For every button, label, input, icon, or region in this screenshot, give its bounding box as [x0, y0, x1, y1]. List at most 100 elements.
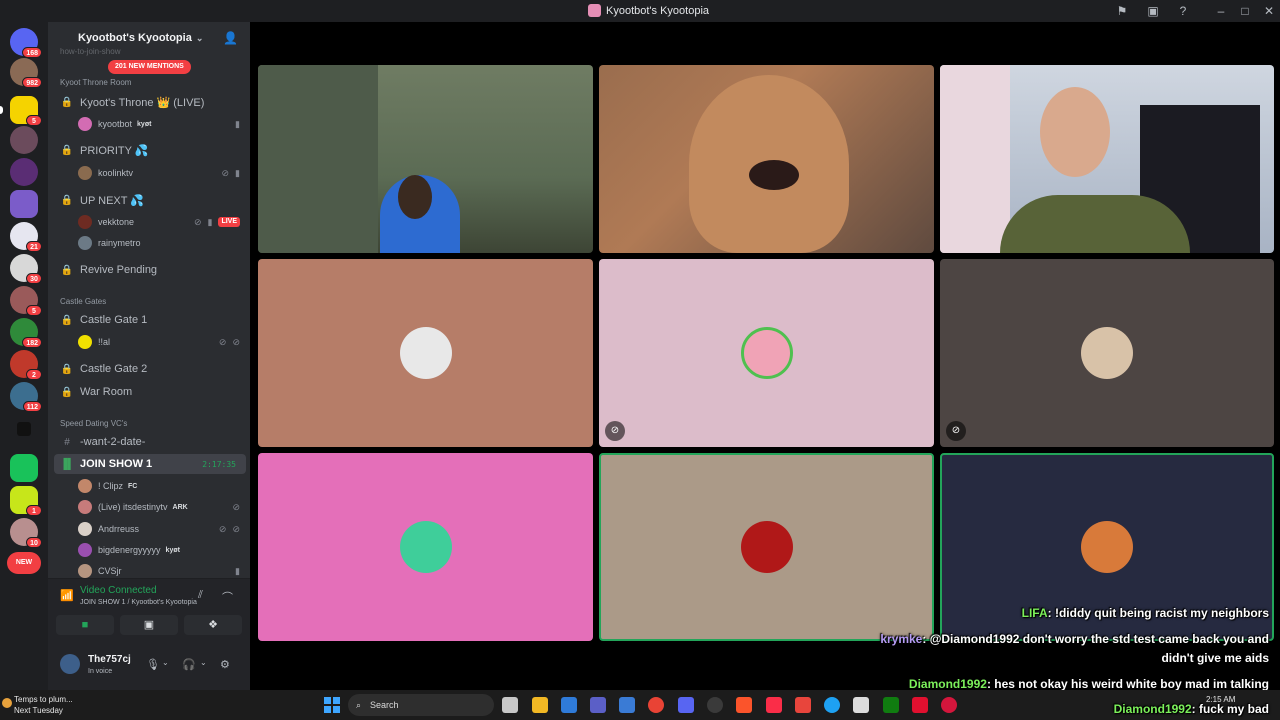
- server-icon[interactable]: 5: [10, 286, 42, 316]
- category-castle-gates[interactable]: Castle Gates: [48, 291, 250, 311]
- video-tile[interactable]: [940, 65, 1274, 253]
- chevron-down-icon[interactable]: ⌄: [162, 658, 169, 667]
- server-icon[interactable]: [17, 422, 31, 436]
- participant-tile[interactable]: [599, 453, 934, 641]
- participant-body: [1000, 195, 1190, 253]
- screen-share-button[interactable]: ▣: [120, 615, 178, 635]
- server-icon[interactable]: 2: [10, 350, 42, 380]
- video-tile[interactable]: [258, 65, 593, 253]
- app-icon[interactable]: [795, 697, 811, 713]
- teams-icon[interactable]: [590, 697, 606, 713]
- chrome-icon[interactable]: [648, 697, 664, 713]
- gear-icon[interactable]: ⚙: [220, 658, 230, 671]
- unread-badge: 1: [26, 505, 42, 516]
- task-view-icon[interactable]: [502, 697, 518, 713]
- voice-user-vekktone[interactable]: vekktone ⊘ ▮ LIVE: [48, 212, 250, 232]
- chevron-down-icon[interactable]: ⌄: [200, 658, 207, 667]
- minimize-button[interactable]: –: [1212, 2, 1230, 20]
- invite-people-icon[interactable]: 👤: [223, 31, 238, 45]
- github-icon[interactable]: [707, 697, 723, 713]
- taskbar-search[interactable]: ⌕ Search: [348, 694, 494, 716]
- voice-user-andrreuss[interactable]: Andrreuss ⊘ ⊘: [48, 519, 250, 539]
- participant-tile[interactable]: ⊘: [940, 259, 1274, 447]
- unread-badge: 10: [26, 537, 42, 548]
- server-icon[interactable]: 112: [10, 382, 42, 412]
- participant-tile[interactable]: ⊘: [599, 259, 934, 447]
- windows-start-icon[interactable]: [324, 697, 340, 713]
- channel-want-2-date[interactable]: # -want-2-date-: [48, 432, 250, 452]
- close-button[interactable]: ✕: [1260, 2, 1278, 20]
- voice-user-kyootbot[interactable]: kyootbot kyøt ▮: [48, 114, 250, 134]
- channel-kyoots-throne[interactable]: 🔒 Kyoot's Throne 👑 (LIVE): [48, 92, 250, 112]
- server-icon[interactable]: 21: [10, 222, 42, 252]
- channel-join-show-1[interactable]: ▐▌ JOIN SHOW 1 2:17:35: [54, 454, 246, 474]
- server-icon[interactable]: [10, 454, 38, 482]
- dm-avatar[interactable]: 982: [10, 58, 42, 88]
- server-icon[interactable]: [10, 190, 38, 218]
- voice-user-clipz[interactable]: ! Clipz FC: [48, 476, 250, 496]
- brave-icon[interactable]: [736, 697, 752, 713]
- category-speed-dating[interactable]: Speed Dating VC's: [48, 413, 250, 433]
- microphone-icon[interactable]: 🎙: [146, 658, 160, 671]
- noise-suppression-icon[interactable]: ⫽: [198, 589, 203, 602]
- inbox-icon[interactable]: ⚑: [1113, 2, 1131, 20]
- xbox-icon[interactable]: [883, 697, 899, 713]
- channel-castle-gate-2[interactable]: 🔒 Castle Gate 2: [48, 359, 250, 379]
- disconnect-icon[interactable]: ⌒: [222, 589, 233, 605]
- voice-location[interactable]: JOIN SHOW 1 / Kyootbot's Kyootopia: [80, 599, 197, 606]
- category-kyoot-throne-room[interactable]: Kyoot Throne Room: [48, 72, 250, 92]
- server-icon[interactable]: 10: [10, 518, 42, 548]
- server-icon[interactable]: 30: [10, 254, 42, 284]
- search-icon: ⌕: [356, 700, 362, 710]
- discord-icon[interactable]: [678, 697, 694, 713]
- voice-user-koolinktv[interactable]: koolinktv ⊘ ▮: [48, 163, 250, 183]
- channel-revive-pending[interactable]: 🔒 Revive Pending: [48, 260, 250, 280]
- roblox-icon[interactable]: [912, 697, 928, 713]
- maximize-button[interactable]: □: [1236, 2, 1254, 20]
- participant-tile[interactable]: [258, 453, 593, 641]
- music-icon[interactable]: [766, 697, 782, 713]
- participant-avatar: [399, 521, 452, 573]
- channel-how-to-join[interactable]: how-to-join-show: [48, 46, 250, 56]
- browser-icon[interactable]: [824, 697, 840, 713]
- home-icon[interactable]: 168: [10, 28, 42, 58]
- chat-text: didn't give me aids: [1161, 651, 1269, 665]
- video-tile[interactable]: [599, 65, 934, 253]
- camera-button[interactable]: ■: [56, 615, 114, 635]
- server-icon[interactable]: 1: [10, 486, 42, 516]
- copilot-icon[interactable]: [561, 697, 577, 713]
- voice-status[interactable]: Video Connected: [80, 585, 157, 596]
- server-name: Kyootbot's Kyootopia: [78, 32, 192, 44]
- unread-badge: 982: [22, 77, 42, 88]
- server-icon[interactable]: [10, 126, 38, 154]
- notification-icon[interactable]: ▣: [1144, 2, 1162, 20]
- channel-castle-gate-1[interactable]: 🔒 Castle Gate 1: [48, 310, 250, 330]
- signal-icon[interactable]: 📶: [60, 589, 74, 602]
- channel-up-next[interactable]: 🔒 UP NEXT 💦: [48, 190, 250, 210]
- weather-widget[interactable]: Temps to plum... Next Tuesday: [14, 694, 73, 716]
- user-panel: The757cj In voice 🎙 ⌄ 🎧 ⌄ ⚙: [48, 642, 250, 690]
- voice-user-itsdestinytv[interactable]: (Live) itsdestinytv ARK ⊘: [48, 497, 250, 517]
- weather-sub: Next Tuesday: [14, 706, 63, 715]
- unread-badge: 21: [26, 241, 42, 252]
- voice-user-lal[interactable]: !!al ⊘ ⊘: [48, 332, 250, 352]
- help-icon[interactable]: ?: [1174, 2, 1192, 20]
- muted-icon: ⊘: [193, 216, 202, 227]
- headphones-icon[interactable]: 🎧: [182, 658, 196, 671]
- file-explorer-icon[interactable]: [532, 697, 548, 713]
- channel-war-room[interactable]: 🔒 War Room: [48, 382, 250, 402]
- store-icon[interactable]: [619, 697, 635, 713]
- channel-priority[interactable]: 🔒 PRIORITY 💦: [48, 140, 250, 160]
- voice-user-rainymetro[interactable]: rainymetro: [48, 233, 250, 253]
- voice-user-bigdenergy[interactable]: bigdenergyyyyy kyøt: [48, 540, 250, 560]
- opera-icon[interactable]: [941, 697, 957, 713]
- avatar[interactable]: [60, 654, 80, 674]
- new-servers-button[interactable]: NEW: [7, 552, 41, 574]
- username[interactable]: The757cj: [88, 654, 131, 665]
- participant-tile[interactable]: [258, 259, 593, 447]
- server-icon[interactable]: 182: [10, 318, 42, 348]
- server-icon[interactable]: 5: [10, 96, 42, 126]
- server-icon[interactable]: [10, 158, 38, 186]
- activities-button[interactable]: ❖: [184, 615, 242, 635]
- mail-icon[interactable]: [853, 697, 869, 713]
